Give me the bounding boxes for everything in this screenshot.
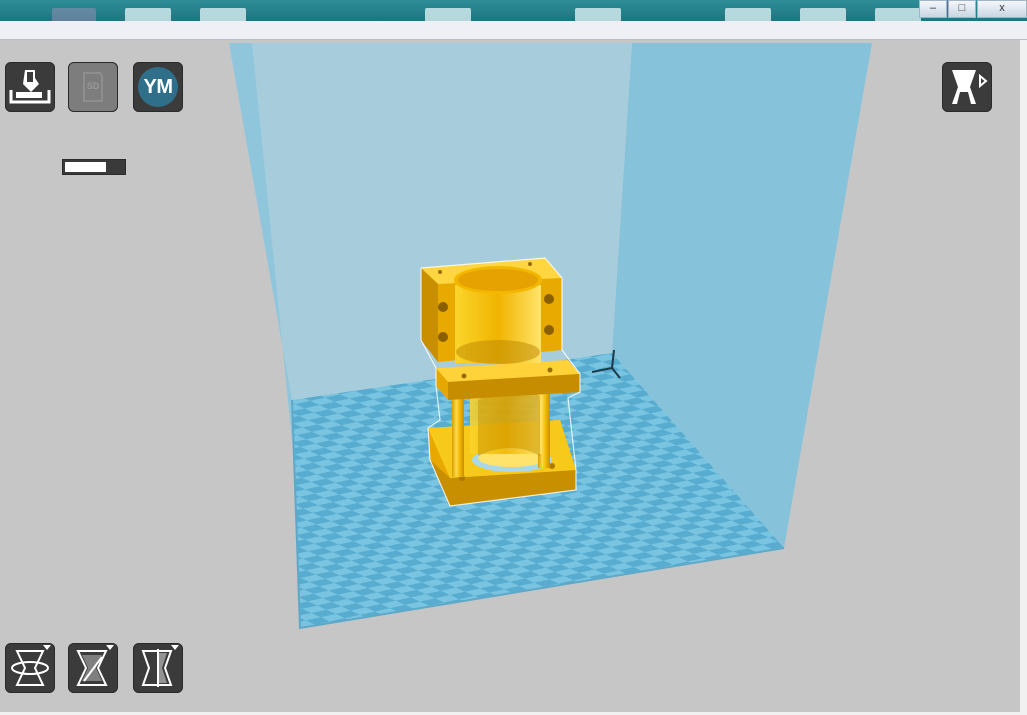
sd-card-button[interactable]: SD [68,62,118,112]
youmagine-label: YM [143,75,174,98]
3d-viewport[interactable]: SD YM [0,40,1020,712]
load-model-icon [9,70,51,104]
sd-card-label: SD [86,81,100,91]
minimize-button[interactable]: – [919,0,947,18]
window-right-edge [1020,40,1027,715]
titlebar-taskbar-item [200,8,246,21]
titlebar-taskbar-item [575,8,621,21]
titlebar-taskbar-item [725,8,771,21]
rotate-tool-icon [11,645,51,686]
scale-tool-icon [76,645,114,686]
3d-model[interactable] [420,257,581,507]
titlebar-taskbar-item [800,8,846,21]
mirror-tool-button[interactable] [133,643,183,693]
titlebar-taskbar-item [425,8,471,21]
menu-bar [0,21,1027,40]
maximize-button[interactable]: □ [948,0,976,18]
rotate-tool-button[interactable] [5,643,55,693]
titlebar-taskbar-item [875,8,921,21]
window-controls: – □ x [918,0,1027,19]
titlebar-taskbar-item [125,8,171,21]
slicing-progress-bar [62,159,126,175]
build-volume-scene[interactable] [0,40,1020,712]
mirror-tool-icon [141,645,179,687]
view-mode-button[interactable] [942,62,992,112]
close-button[interactable]: x [977,0,1027,18]
load-model-button[interactable] [5,62,55,112]
youmagine-button[interactable]: YM [133,62,183,112]
slicing-progress-fill [65,162,106,172]
window-titlebar: – □ x [0,0,1027,21]
scale-tool-button[interactable] [68,643,118,693]
titlebar-taskbar-item [52,8,96,21]
view-mode-icon [952,70,988,104]
